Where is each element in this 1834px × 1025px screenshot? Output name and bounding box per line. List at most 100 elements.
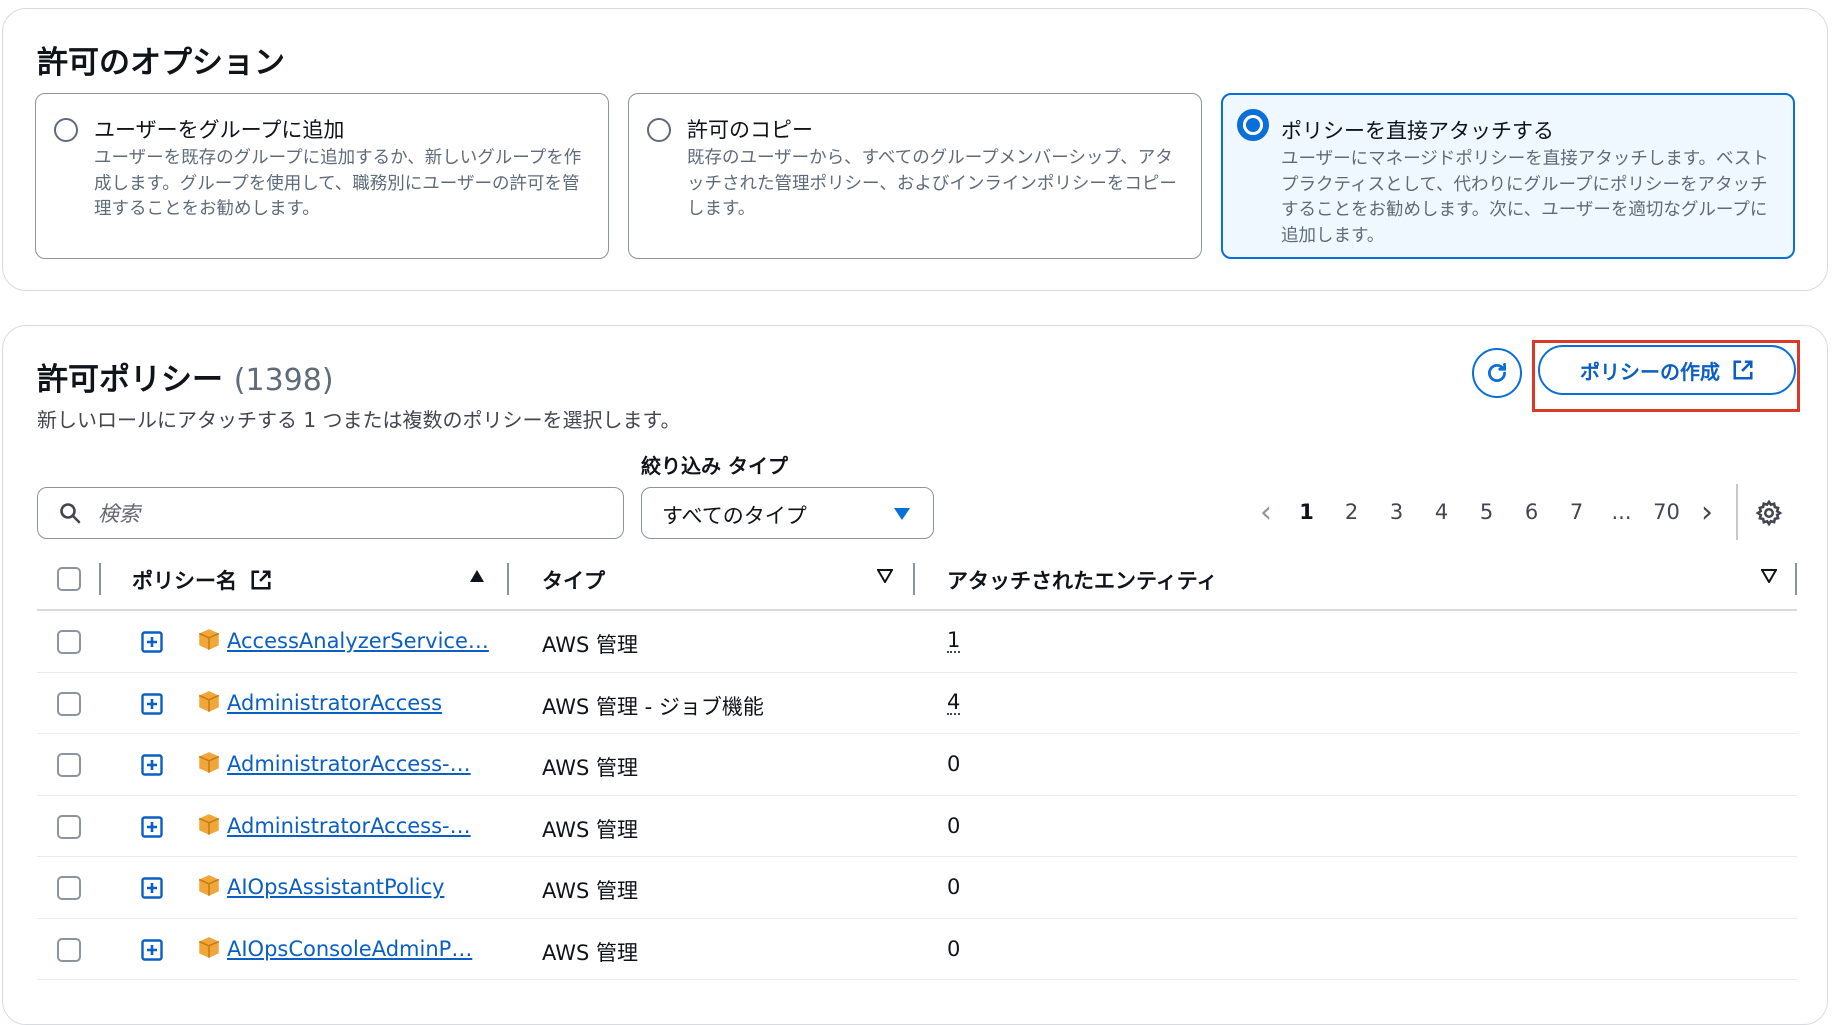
search-box[interactable] [37, 487, 624, 539]
policy-type: AWS 管理 [542, 817, 638, 842]
external-link-icon [251, 570, 271, 590]
page-2[interactable]: 2 [1329, 500, 1374, 524]
sort-caret-icon[interactable] [877, 569, 893, 583]
attached-entities-count: 0 [947, 936, 961, 961]
pagination: ‹ 1 2 3 4 5 6 7 ... 70 › [1248, 492, 1725, 532]
policy-type: AWS 管理 - ジョブ機能 [542, 694, 764, 719]
policies-title-text: 許可ポリシー [37, 362, 223, 398]
option-description: ユーザーにマネージドポリシーを直接アタッチします。ベストプラクティスとして、代わ… [1281, 149, 1769, 246]
page-5[interactable]: 5 [1464, 500, 1509, 524]
permission-policies-title: 許可ポリシー (1398) [37, 354, 334, 399]
aws-managed-box-icon [198, 629, 220, 650]
column-header-attached-entities[interactable]: アタッチされたエンティティ [947, 565, 1217, 595]
column-divider [913, 563, 915, 595]
next-page-button[interactable]: › [1689, 495, 1725, 530]
option-label: 許可のコピー [687, 118, 813, 142]
policy-type: AWS 管理 [542, 940, 638, 965]
type-filter-value: すべてのタイプ [662, 504, 807, 528]
page-3[interactable]: 3 [1374, 500, 1419, 524]
refresh-button[interactable] [1472, 348, 1522, 398]
page-1[interactable]: 1 [1284, 500, 1329, 524]
expand-plus-icon[interactable] [141, 754, 163, 776]
attached-entities-count: 0 [947, 752, 961, 776]
table-row[interactable]: AIOpsAssistantPolicy AWS 管理 0 [37, 857, 1797, 919]
select-all-checkbox[interactable] [57, 567, 81, 591]
page-ellipsis: ... [1611, 500, 1632, 524]
attached-entities-count: 0 [947, 813, 961, 838]
table-row[interactable]: AIOpsConsoleAdminP… AWS 管理 0 [37, 919, 1797, 980]
radio-attach-policies-directly[interactable] [1237, 109, 1269, 141]
policy-name-link[interactable]: AIOpsConsoleAdminP… [227, 937, 472, 961]
external-link-icon [1733, 360, 1753, 380]
policy-name-link[interactable]: AccessAnalyzerService… [227, 629, 489, 653]
policy-type: AWS 管理 [542, 633, 638, 657]
expand-plus-icon[interactable] [141, 631, 163, 653]
policy-type: AWS 管理 [542, 879, 638, 903]
row-checkbox[interactable] [57, 937, 81, 962]
expand-plus-icon[interactable] [141, 692, 163, 715]
attached-entities-count: 0 [947, 875, 961, 899]
radio-copy-permissions[interactable] [647, 118, 671, 142]
aws-managed-box-icon [198, 690, 220, 712]
table-row[interactable]: AdministratorAccess-… AWS 管理 0 [37, 796, 1797, 857]
page-6[interactable]: 6 [1509, 500, 1554, 524]
option-description: ユーザーを既存のグループに追加するか、新しいグループを作成します。グループを使用… [94, 148, 582, 219]
page-7[interactable]: 7 [1554, 500, 1599, 524]
expand-plus-icon[interactable] [141, 938, 163, 961]
sort-caret-icon[interactable] [1761, 569, 1777, 583]
policy-name-link[interactable]: AdministratorAccess-… [227, 752, 471, 776]
pagination-divider [1736, 484, 1738, 540]
expand-plus-icon[interactable] [141, 877, 163, 899]
radio-add-to-group[interactable] [54, 118, 78, 142]
create-policy-label: ポリシーの作成 [1580, 359, 1720, 384]
aws-managed-box-icon [198, 936, 220, 958]
policy-name-link[interactable]: AdministratorAccess-… [227, 814, 471, 838]
option-description: 既存のユーザーから、すべてのグループメンバーシップ、アタッチされた管理ポリシー、… [687, 148, 1177, 219]
policies-description: 新しいロールにアタッチする 1 つまたは複数のポリシーを選択します。 [37, 408, 681, 432]
sort-ascending-icon[interactable] [469, 569, 485, 583]
create-policy-button[interactable]: ポリシーの作成 [1538, 345, 1796, 395]
attached-entities-count[interactable]: 4 [947, 691, 961, 715]
row-checkbox[interactable] [57, 814, 81, 839]
previous-page-button[interactable]: ‹ [1248, 495, 1284, 530]
row-checkbox[interactable] [57, 876, 81, 900]
table-row[interactable]: AccessAnalyzerService… AWS 管理 1 [37, 611, 1797, 673]
table-row[interactable]: AdministratorAccess AWS 管理 - ジョブ機能 4 [37, 673, 1797, 734]
option-copy-permissions[interactable]: 許可のコピー 既存のユーザーから、すべてのグループメンバーシップ、アタッチされた… [628, 93, 1202, 259]
column-header-type[interactable]: タイプ [542, 565, 605, 595]
row-checkbox[interactable] [57, 753, 81, 777]
row-checkbox[interactable] [57, 691, 81, 716]
page-4[interactable]: 4 [1419, 500, 1464, 524]
option-attach-policies-directly[interactable]: ポリシーを直接アタッチする ユーザーにマネージドポリシーを直接アタッチします。ベ… [1221, 93, 1795, 259]
expand-plus-icon[interactable] [141, 815, 163, 838]
row-checkbox[interactable] [57, 630, 81, 654]
policy-type: AWS 管理 [542, 756, 638, 780]
attached-entities-count[interactable]: 1 [947, 629, 961, 653]
type-filter-select[interactable]: すべてのタイプ [641, 487, 934, 539]
gear-icon[interactable] [1755, 499, 1783, 527]
column-header-label: ポリシー名 [132, 569, 237, 593]
option-label: ポリシーを直接アタッチする [1281, 119, 1554, 143]
column-header-policy-name[interactable]: ポリシー名 [132, 565, 272, 595]
option-add-to-group[interactable]: ユーザーをグループに追加 ユーザーを既存のグループに追加するか、新しいグループを… [35, 93, 609, 259]
table-row[interactable]: AdministratorAccess-… AWS 管理 0 [37, 734, 1797, 796]
caret-down-icon [894, 508, 910, 520]
filter-type-label: 絞り込み タイプ [641, 454, 788, 478]
refresh-icon [1488, 362, 1506, 382]
column-divider [99, 563, 101, 595]
aws-managed-box-icon [198, 875, 220, 896]
search-icon [60, 503, 81, 524]
aws-managed-box-icon [198, 813, 220, 835]
option-label: ユーザーをグループに追加 [94, 118, 345, 142]
table-header: ポリシー名 タイプ アタッチされたエンティティ [37, 547, 1797, 611]
permission-options-panel: 許可のオプション ユーザーをグループに追加 ユーザーを既存のグループに追加するか… [2, 8, 1828, 291]
permission-options-title: 許可のオプション [37, 45, 285, 81]
aws-managed-box-icon [198, 752, 220, 773]
search-input[interactable] [96, 498, 600, 530]
column-divider [507, 563, 509, 595]
policy-name-link[interactable]: AdministratorAccess [227, 691, 442, 715]
page-70[interactable]: 70 [1644, 500, 1689, 524]
policies-count: (1398) [233, 363, 334, 398]
policy-name-link[interactable]: AIOpsAssistantPolicy [227, 875, 444, 899]
column-divider [1795, 563, 1797, 595]
